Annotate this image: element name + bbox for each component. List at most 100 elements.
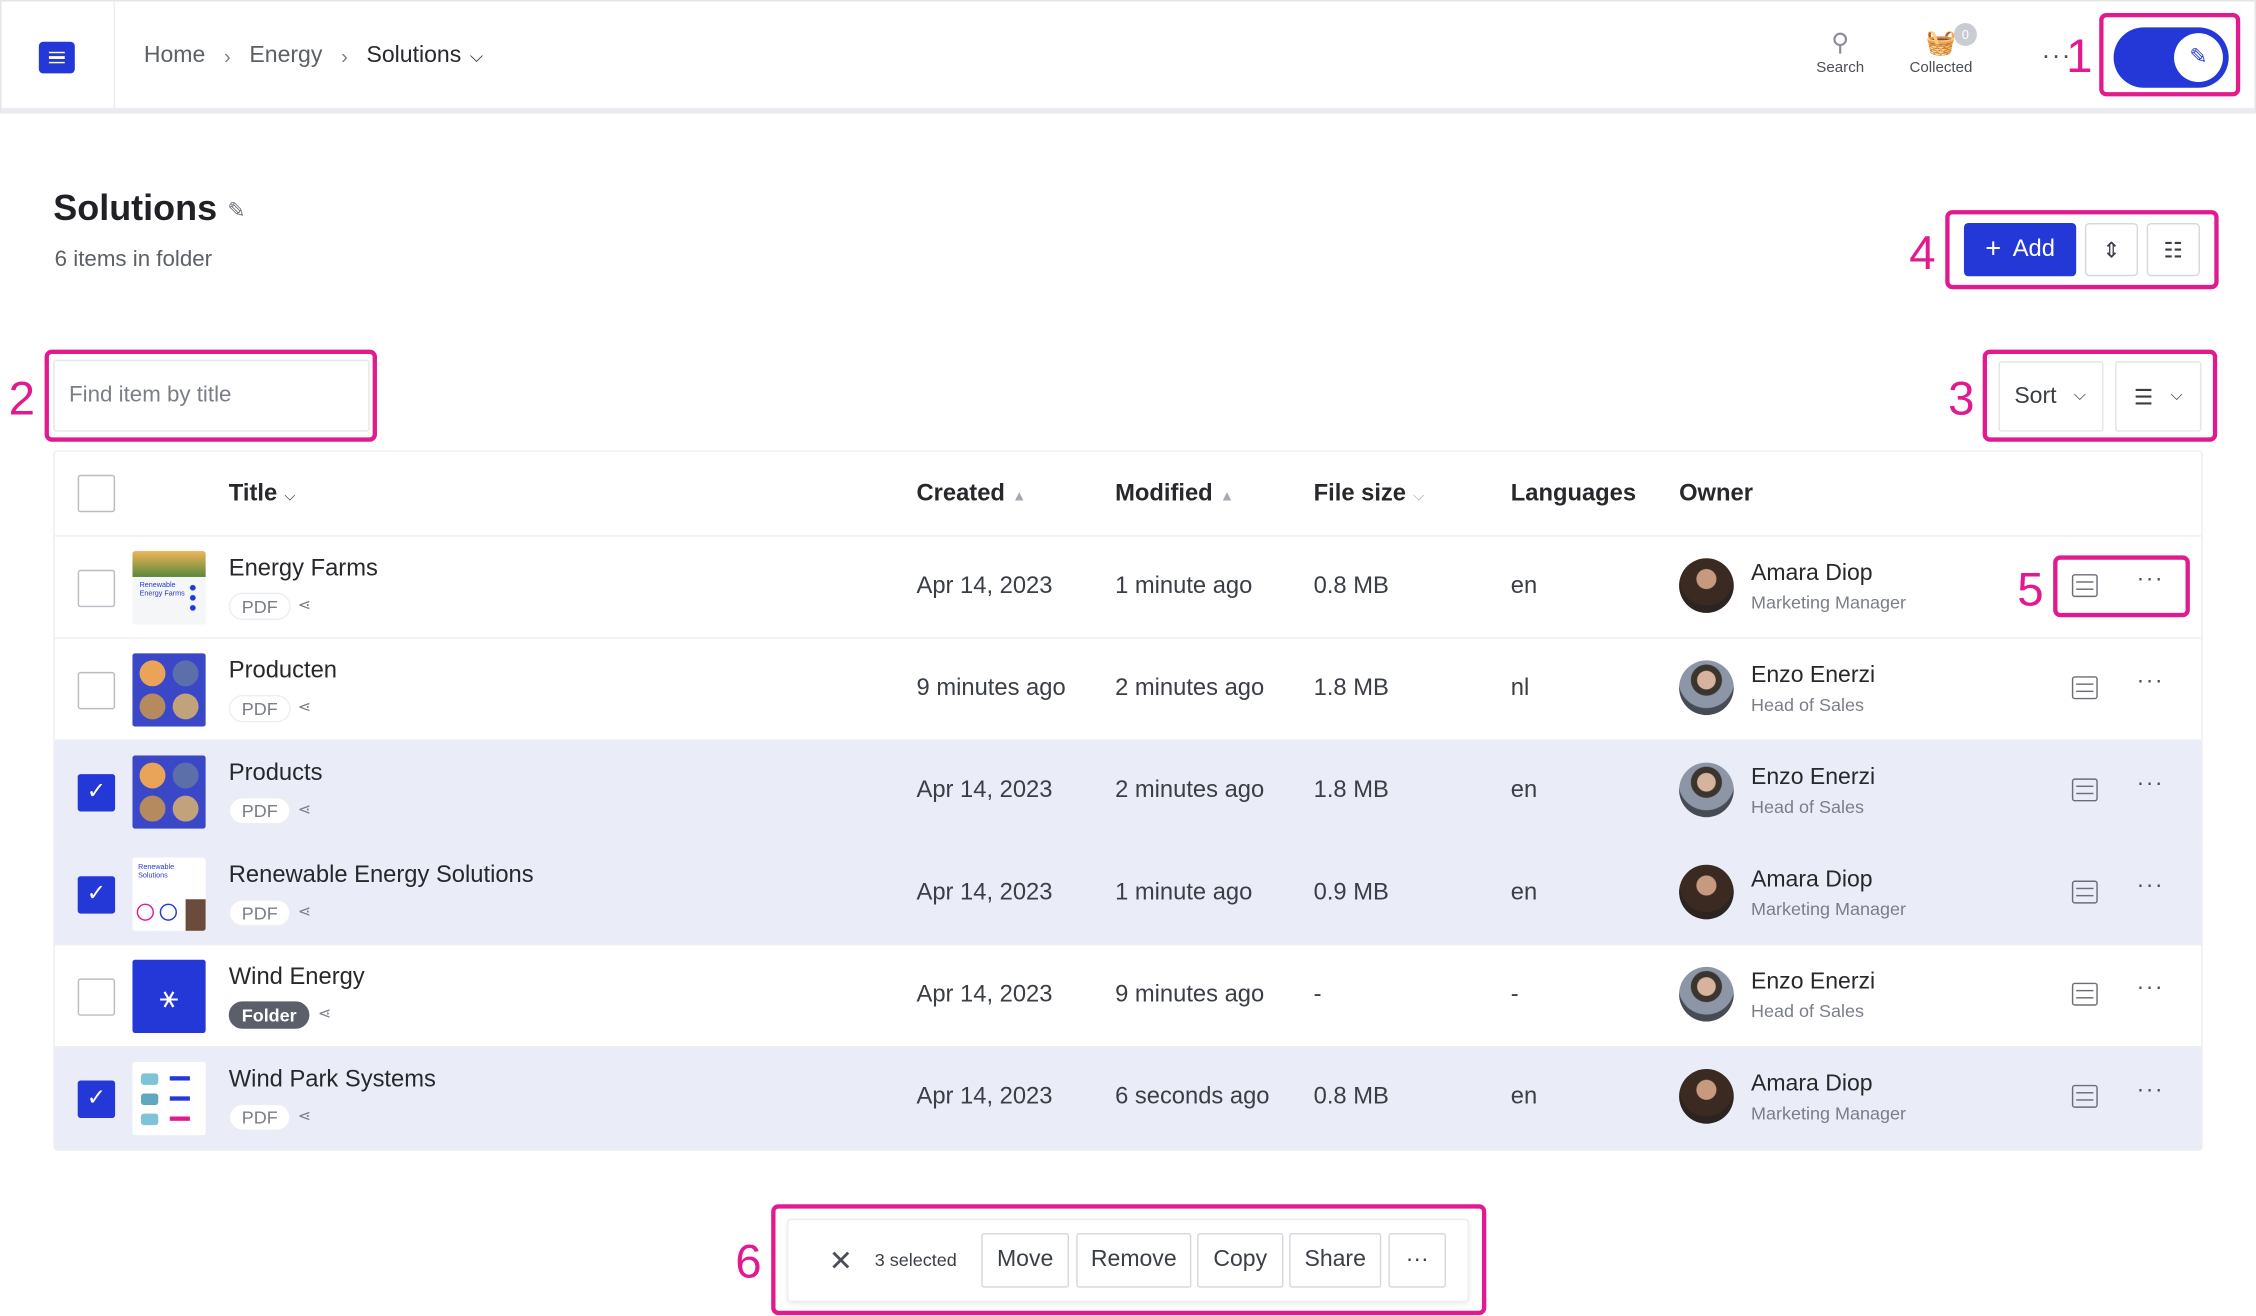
search-tool[interactable]: ⚲ Search: [1811, 27, 1869, 76]
breadcrumb: Home › Energy › Solutions ⌵: [144, 43, 483, 69]
item-title[interactable]: Producten: [229, 658, 337, 685]
row-more-icon[interactable]: ···: [2137, 976, 2164, 1002]
share-icon[interactable]: ⋖: [298, 800, 311, 818]
search-icon: ⚲: [1831, 28, 1850, 57]
item-settings-icon[interactable]: [2071, 1084, 2098, 1108]
row-checkbox[interactable]: ✓: [77, 774, 116, 812]
item-title[interactable]: Products: [229, 760, 323, 787]
edit-title-icon[interactable]: ✎: [227, 197, 245, 223]
highlight-box-5: [2053, 555, 2190, 618]
breadcrumb-solutions[interactable]: Solutions: [367, 43, 462, 69]
row-more-icon[interactable]: ···: [2137, 669, 2164, 695]
item-title[interactable]: Renewable Energy Solutions: [229, 862, 534, 889]
table-row[interactable]: Producten PDF ⋖ 9 minutes ago 2 minutes ago 1…: [54, 639, 2202, 741]
language: en: [1510, 572, 1538, 599]
item-type-tag: PDF: [228, 1103, 291, 1131]
share-icon[interactable]: ⋖: [298, 698, 311, 716]
owner-name: Enzo Enerzi: [1751, 765, 1876, 790]
row-checkbox[interactable]: ✓: [77, 876, 116, 914]
owner-role: Head of Sales: [1751, 1001, 1865, 1022]
item-title[interactable]: Energy Farms: [229, 555, 378, 582]
owner-name: Amara Diop: [1751, 561, 1873, 586]
row-checkbox[interactable]: [77, 569, 116, 608]
chevron-down-icon: ⌵: [1413, 489, 1425, 506]
avatar: [1679, 864, 1734, 920]
item-settings-icon[interactable]: [2071, 676, 2098, 700]
created-date: Apr 14, 2023: [916, 879, 1053, 906]
language: en: [1510, 776, 1538, 803]
language: -: [1510, 981, 1519, 1008]
chevron-down-icon[interactable]: ⌵: [470, 45, 483, 67]
item-thumbnail[interactable]: [132, 653, 206, 727]
table-header: Title ⌵ Created ▲ Modified ▲ File size ⌵ Lan…: [54, 452, 2202, 537]
modified-date: 9 minutes ago: [1115, 981, 1265, 1008]
item-count: 6 items in folder: [54, 247, 213, 272]
created-date: Apr 14, 2023: [916, 776, 1053, 803]
modified-date: 1 minute ago: [1115, 879, 1253, 906]
item-title[interactable]: Wind Park Systems: [229, 1066, 436, 1093]
highlight-box-4: [1945, 210, 2219, 290]
items-table: Title ⌵ Created ▲ Modified ▲ File size ⌵ Lan…: [53, 450, 2203, 1152]
highlight-box-6: [771, 1204, 1487, 1316]
row-more-icon[interactable]: ···: [2137, 1078, 2164, 1104]
row-checkbox[interactable]: [77, 671, 116, 710]
owner-name: Enzo Enerzi: [1751, 663, 1876, 688]
share-icon[interactable]: ⋖: [318, 1004, 331, 1023]
item-settings-icon[interactable]: [2071, 880, 2098, 904]
item-type-tag: PDF: [228, 694, 291, 723]
item-thumbnail[interactable]: Renewable Energy Farms: [132, 551, 206, 625]
row-more-icon[interactable]: ···: [2137, 873, 2164, 899]
highlight-box-3: [1982, 349, 2218, 442]
collected-label: Collected: [1909, 58, 1973, 77]
table-row[interactable]: ✓ Wind Park Systems PDF ⋖ Apr 14, 2023 6 seco…: [54, 1047, 2202, 1150]
table-row[interactable]: ✓ Renewable Solutions Renewable Energy Solu…: [54, 843, 2202, 946]
annotation-number-1: 1: [2066, 28, 2093, 83]
item-thumbnail[interactable]: ⚹: [132, 959, 206, 1034]
table-row[interactable]: Renewable Energy Farms Energy Farms PDF ⋖ Apr…: [54, 537, 2202, 639]
share-icon[interactable]: ⋖: [298, 1106, 311, 1125]
avatar: [1679, 660, 1734, 716]
owner-role: Head of Sales: [1751, 797, 1865, 818]
row-checkbox[interactable]: [77, 978, 116, 1016]
avatar: [1679, 558, 1734, 613]
chevron-right-icon: ›: [224, 44, 231, 68]
breadcrumb-home[interactable]: Home: [144, 43, 205, 69]
avatar: [1679, 1069, 1734, 1124]
annotation-number-5: 5: [2017, 562, 2044, 616]
select-all-checkbox[interactable]: [77, 474, 116, 513]
owner-role: Marketing Manager: [1751, 1103, 1906, 1124]
column-created[interactable]: Created ▲: [917, 481, 1027, 508]
sort-asc-icon: ▲: [1219, 489, 1235, 506]
owner-name: Enzo Enerzi: [1751, 969, 1876, 995]
row-checkbox[interactable]: ✓: [77, 1080, 116, 1118]
item-type-tag: PDF: [228, 592, 291, 621]
item-settings-icon[interactable]: [2071, 778, 2098, 802]
language: en: [1510, 1083, 1538, 1110]
created-date: Apr 14, 2023: [916, 1083, 1053, 1110]
item-title[interactable]: Wind Energy: [229, 964, 365, 991]
file-size: 0.8 MB: [1313, 572, 1389, 599]
share-icon[interactable]: ⋖: [298, 902, 311, 921]
divider: [113, 1, 116, 111]
chevron-down-icon: ⌵: [284, 489, 296, 506]
annotation-number-4: 4: [1909, 225, 1936, 280]
breadcrumb-energy[interactable]: Energy: [249, 43, 322, 69]
item-thumbnail[interactable]: [132, 755, 206, 829]
language: nl: [1510, 674, 1530, 701]
item-settings-icon[interactable]: [2071, 982, 2098, 1006]
share-icon[interactable]: ⋖: [298, 596, 311, 614]
item-type-tag: PDF: [228, 797, 291, 825]
owner-role: Marketing Manager: [1751, 899, 1906, 920]
highlight-box-2: [44, 349, 377, 442]
row-more-icon[interactable]: ···: [2137, 771, 2164, 797]
item-thumbnail[interactable]: Renewable Solutions: [132, 857, 206, 931]
column-title[interactable]: Title ⌵: [229, 481, 295, 508]
table-row[interactable]: ✓ Products PDF ⋖ Apr 14, 2023 2 minutes ago 1.…: [54, 740, 2202, 844]
column-file-size[interactable]: File size ⌵: [1314, 481, 1424, 508]
item-thumbnail[interactable]: [132, 1061, 206, 1136]
sort-asc-icon: ▲: [1012, 489, 1027, 506]
menu-icon[interactable]: [38, 41, 75, 74]
table-row[interactable]: ⚹ Wind Energy Folder ⋖ Apr 14, 2023 9 minutes…: [54, 945, 2202, 1048]
collected-count-badge: 0: [1953, 23, 1977, 47]
column-modified[interactable]: Modified ▲: [1115, 481, 1234, 508]
